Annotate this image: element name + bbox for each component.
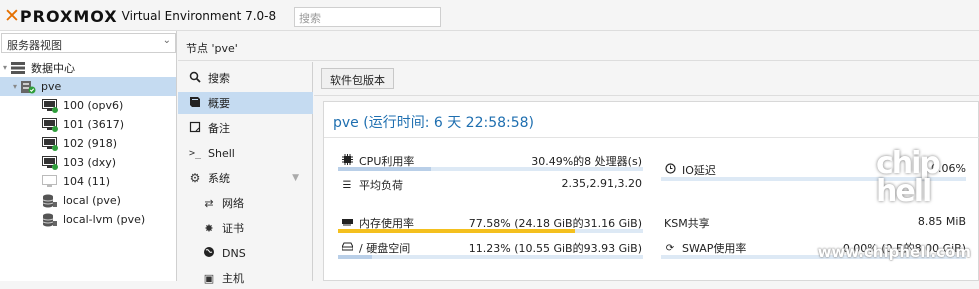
- nav-item-shell[interactable]: >_ Shell: [178, 142, 313, 164]
- hdd-icon: [341, 242, 353, 254]
- root-disk-label-text: / 硬盘空间: [359, 240, 410, 256]
- tree-item-node-pve[interactable]: ▾ pve: [0, 77, 176, 96]
- collapse-arrow-icon[interactable]: ▾: [0, 63, 10, 72]
- chevron-down-icon: ⌄: [163, 35, 171, 46]
- memory-usage-bar-fill: [338, 229, 575, 233]
- nav-item-network[interactable]: ⇄ 网络: [178, 192, 313, 214]
- brand-name: PROXMOX: [20, 7, 118, 26]
- nav-item-label: 概要: [208, 95, 230, 111]
- panel-title: pve (运行时间: 6 天 22:58:58): [324, 102, 979, 138]
- tree-item-label: 103 (dxy): [63, 156, 116, 169]
- nav-item-hosts[interactable]: ▣ 主机: [178, 267, 313, 289]
- nav-item-search[interactable]: 搜索: [178, 67, 313, 89]
- tree-item-vm-102[interactable]: 102 (918): [0, 134, 176, 153]
- load-icon: ☰: [341, 180, 353, 191]
- nav-item-dns[interactable]: DNS: [178, 242, 313, 264]
- nav-item-label: 主机: [222, 270, 244, 286]
- nav-item-certificates[interactable]: ✸ 证书: [178, 217, 313, 239]
- io-delay-label-text: IO延迟: [682, 162, 716, 178]
- vm-running-icon: [42, 118, 58, 132]
- search-input[interactable]: 搜索: [294, 7, 441, 27]
- tree-item-vm-100[interactable]: 100 (opv6): [0, 96, 176, 115]
- root-disk-value: 11.23% (10.55 GiB的93.93 GiB): [469, 240, 642, 256]
- tree-item-label: 102 (918): [63, 137, 117, 150]
- collapse-arrow-icon[interactable]: ▾: [10, 82, 20, 91]
- nav-item-label: 系统: [208, 170, 230, 186]
- globe-icon: [202, 246, 216, 261]
- network-icon: ⇄: [202, 197, 216, 210]
- ksm-sharing-value: 8.85 MiB: [918, 215, 966, 228]
- storage-icon: [42, 194, 58, 208]
- datacenter-icon: [10, 61, 26, 75]
- ksm-sharing-label: KSM共享: [664, 215, 710, 231]
- tree-item-vm-101[interactable]: 101 (3617): [0, 115, 176, 134]
- host-icon: ▣: [202, 272, 216, 285]
- breadcrumb: 节点 'pve': [178, 31, 979, 61]
- load-average-label-text: 平均负荷: [359, 177, 403, 193]
- nav-item-label: 网络: [222, 195, 244, 211]
- summary-toolbar: 软件包版本: [314, 62, 979, 96]
- nav-item-label: Shell: [208, 147, 235, 160]
- tree-item-vm-104[interactable]: 104 (11): [0, 172, 176, 191]
- vm-stopped-icon: [42, 175, 58, 189]
- root-disk-bar: [338, 255, 643, 259]
- root-disk-label: / 硬盘空间: [341, 240, 410, 256]
- tree-item-label: 101 (3617): [63, 118, 124, 131]
- node-online-icon: [20, 80, 36, 94]
- cpu-icon: [341, 154, 353, 168]
- clock-icon: [664, 163, 676, 177]
- nav-item-label: DNS: [222, 247, 246, 260]
- refresh-icon: ⟳: [664, 243, 676, 254]
- view-selector[interactable]: 服务器视图 ⌄: [1, 33, 176, 53]
- tree-item-vm-103[interactable]: 103 (dxy): [0, 153, 176, 172]
- swap-usage-label-text: SWAP使用率: [682, 240, 746, 256]
- tree-item-label: pve: [41, 80, 61, 93]
- chiphell-watermark-url: www.chiphell.com: [818, 243, 971, 261]
- tree-item-storage-local[interactable]: local (pve): [0, 191, 176, 210]
- vm-running-icon: [42, 99, 58, 113]
- package-versions-button[interactable]: 软件包版本: [321, 68, 394, 89]
- version-label: Virtual Environment 7.0-8: [122, 9, 277, 23]
- memory-usage-bar: [338, 229, 643, 233]
- nav-item-label: 备注: [208, 120, 230, 136]
- storage-icon: [42, 213, 58, 227]
- nav-item-summary[interactable]: 概要: [178, 92, 313, 114]
- io-delay-label: IO延迟: [664, 162, 716, 178]
- vm-running-icon: [42, 156, 58, 170]
- root-disk-bar-fill: [338, 255, 372, 259]
- memory-icon: [341, 218, 353, 229]
- tree-item-label: local (pve): [63, 194, 121, 207]
- top-bar: ✕ PROXMOX Virtual Environment 7.0-8 搜索: [0, 0, 979, 31]
- tree-item-datacenter[interactable]: ▾ 数据中心: [0, 58, 176, 77]
- chiphell-watermark-logo: chip hell: [876, 150, 976, 206]
- tree-item-storage-local-lvm[interactable]: local-lvm (pve): [0, 210, 176, 229]
- note-icon: [188, 121, 202, 136]
- gears-icon: ⚙: [188, 171, 202, 185]
- proxmox-logo[interactable]: ✕ PROXMOX Virtual Environment 7.0-8: [4, 7, 276, 25]
- nav-item-label: 证书: [222, 220, 244, 236]
- node-nav-menu: 搜索 概要 备注 >_ Shell ⚙ 系统 ▼ ⇄ 网络 ✸ 证书 DNS ▣…: [178, 62, 313, 281]
- nav-item-label: 搜索: [208, 70, 230, 86]
- tree-item-label: 100 (opv6): [63, 99, 123, 112]
- chevron-down-icon[interactable]: ▼: [292, 173, 299, 183]
- cpu-usage-bar-fill: [338, 167, 431, 171]
- vm-running-icon: [42, 137, 58, 151]
- tree-item-label: 数据中心: [31, 60, 75, 76]
- load-average-value: 2.35,2.91,3.20: [562, 177, 642, 190]
- proxmox-x-icon: ✕: [4, 7, 20, 25]
- nav-item-notes[interactable]: 备注: [178, 117, 313, 139]
- certificate-icon: ✸: [202, 222, 216, 235]
- swap-usage-label: ⟳ SWAP使用率: [664, 240, 746, 256]
- view-selector-label: 服务器视图: [7, 39, 62, 52]
- nav-item-system[interactable]: ⚙ 系统 ▼: [178, 167, 313, 189]
- resource-tree-panel: 服务器视图 ⌄ ▾ 数据中心 ▾ pve 100 (opv6) 101 (361…: [0, 31, 177, 281]
- load-average-label: ☰ 平均负荷: [341, 177, 403, 193]
- search-icon: [188, 71, 202, 86]
- tree-item-label: local-lvm (pve): [63, 213, 145, 226]
- book-icon: [188, 96, 202, 111]
- tree-item-label: 104 (11): [63, 175, 110, 188]
- terminal-icon: >_: [188, 148, 202, 159]
- cpu-usage-bar: [338, 167, 643, 171]
